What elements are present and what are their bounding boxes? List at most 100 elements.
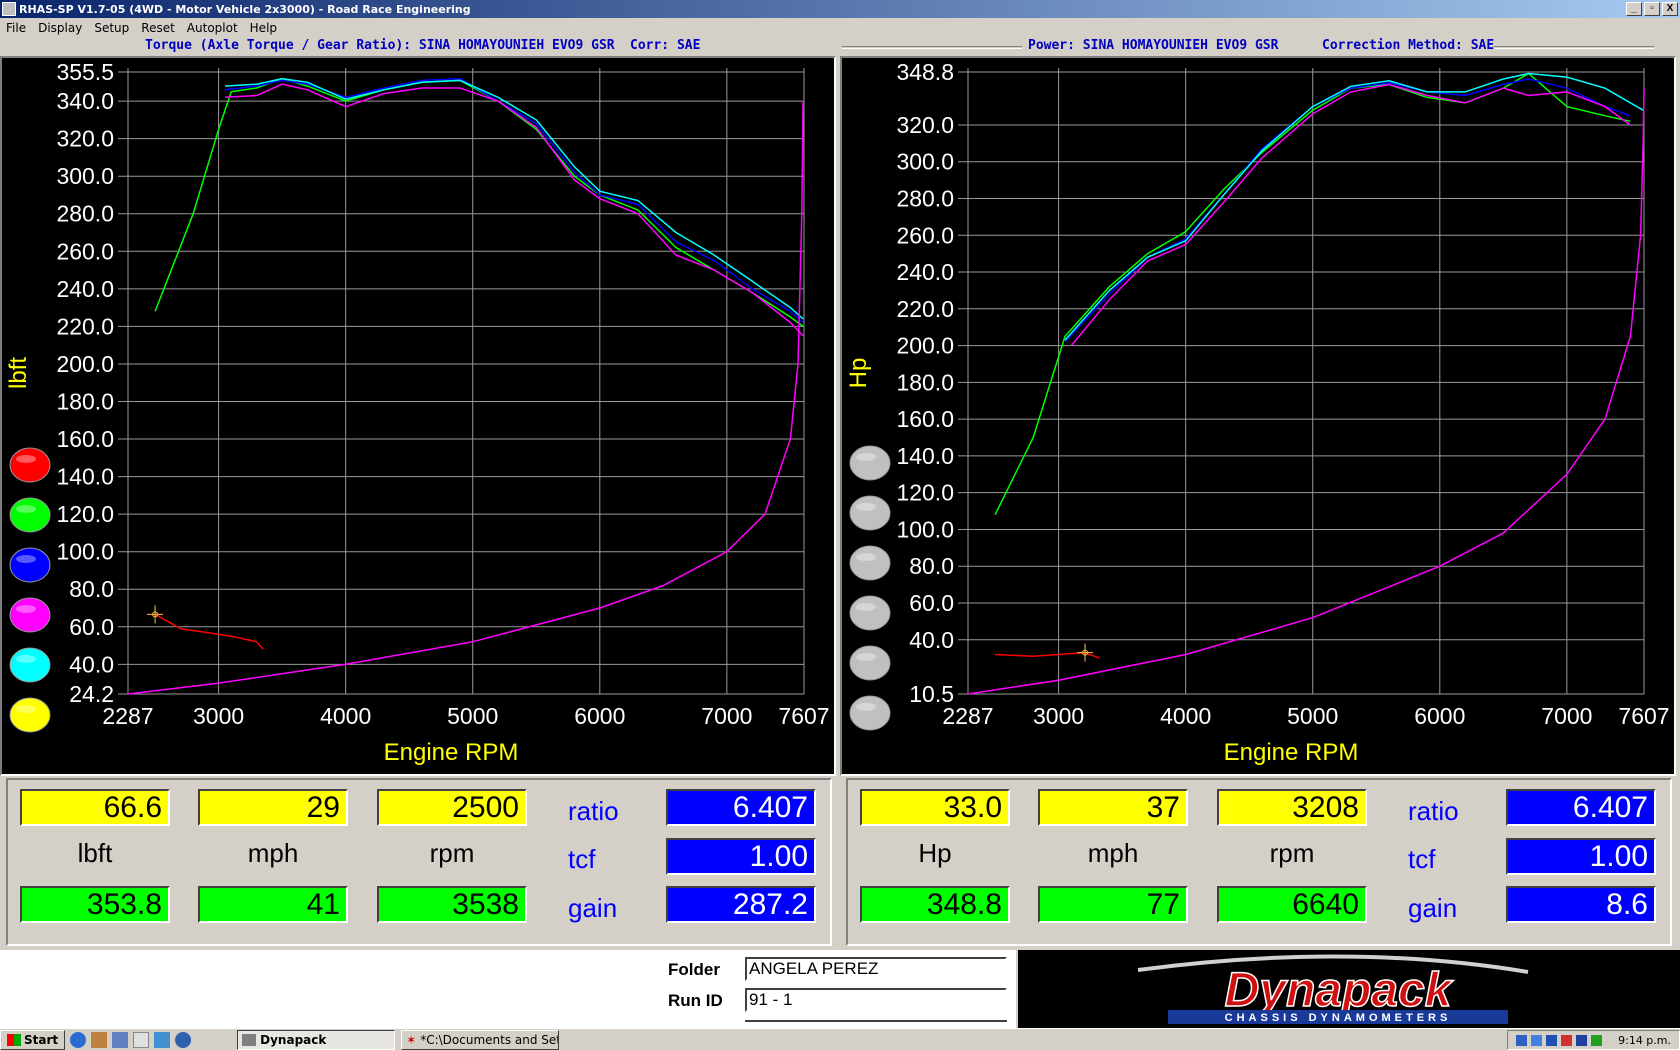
- y-tick-label: 260.0: [896, 222, 954, 248]
- menu-help[interactable]: Help: [244, 21, 283, 35]
- menu-reset[interactable]: Reset: [135, 21, 181, 35]
- power-plot[interactable]: 2287 3000 4000 5000 6000 7000 7607 348.8 320.0 30…: [840, 56, 1676, 776]
- rpm-label: rpm: [429, 838, 475, 868]
- current-mph: 29: [198, 789, 348, 826]
- y-tick-label: 80.0: [909, 553, 954, 579]
- series-line: [224, 77, 804, 324]
- browser-icon[interactable]: [175, 1031, 192, 1048]
- shield-icon[interactable]: [1576, 1034, 1588, 1046]
- y-tick-label: 140.0: [56, 464, 114, 490]
- x-tick-label: 4000: [320, 703, 371, 729]
- x-tick-label: 5000: [447, 703, 498, 729]
- app-icon[interactable]: [112, 1031, 129, 1048]
- minimize-button[interactable]: _: [1626, 2, 1642, 16]
- series-line: [995, 651, 1100, 659]
- series-line: [224, 77, 804, 320]
- task-label: Dynapack: [260, 1032, 327, 1047]
- button-highlight: [16, 655, 36, 663]
- notepad-icon[interactable]: [133, 1031, 150, 1048]
- current-hp: 33.0: [860, 789, 1010, 826]
- ratio-value[interactable]: 6.407: [1506, 789, 1656, 826]
- power-title: Power: SINA HOMAYOUNIEH EVO9 GSR: [1028, 38, 1279, 53]
- series-line: [1070, 83, 1631, 347]
- series-line: [1064, 72, 1644, 341]
- series-color-button[interactable]: [849, 595, 891, 631]
- menu-file[interactable]: File: [0, 21, 32, 35]
- menu-setup[interactable]: Setup: [88, 21, 135, 35]
- y-axis-label: lbft: [5, 357, 32, 389]
- alert-icon[interactable]: [1561, 1034, 1573, 1046]
- menu-display[interactable]: Display: [32, 21, 88, 35]
- gain-value[interactable]: 8.6: [1506, 886, 1656, 923]
- y-tick-label: 100.0: [56, 539, 114, 565]
- folder-field[interactable]: ANGELA PEREZ: [745, 957, 1007, 981]
- ratio-label: ratio: [1408, 796, 1459, 826]
- y-tick-label: 140.0: [896, 443, 954, 469]
- battery-icon[interactable]: [1591, 1034, 1603, 1046]
- button-highlight: [16, 555, 36, 563]
- button-highlight: [856, 603, 876, 611]
- menu-autoplot[interactable]: Autoplot: [181, 21, 244, 35]
- volume-icon[interactable]: [1531, 1034, 1543, 1046]
- y-tick-label: 348.8: [896, 59, 954, 85]
- task-documents[interactable]: ✶ *C:\Documents and Setti...: [401, 1029, 560, 1050]
- folder-label: Folder: [668, 960, 720, 979]
- bluetooth-icon[interactable]: [1546, 1034, 1558, 1046]
- y-tick-label: 180.0: [896, 369, 954, 395]
- mph-label: mph: [247, 838, 299, 868]
- menu-bar: File Display Setup Reset Autoplot Help: [0, 18, 1680, 38]
- media-icon[interactable]: [154, 1031, 171, 1048]
- folder-icon[interactable]: [91, 1031, 108, 1048]
- y-tick-label: 320.0: [896, 112, 954, 138]
- gain-label: gain: [568, 893, 618, 923]
- y-tick-label: 280.0: [56, 201, 114, 227]
- runid-field[interactable]: 91 - 1: [745, 988, 1007, 1012]
- y-tick-label: 260.0: [56, 238, 114, 264]
- y-tick-label: 340.0: [56, 88, 114, 114]
- series-color-button[interactable]: [849, 495, 891, 531]
- logo-brand: Dynapack: [1225, 964, 1454, 1017]
- series-color-button[interactable]: [849, 445, 891, 481]
- button-highlight: [856, 553, 876, 561]
- series-line: [1064, 78, 1631, 343]
- tcf-value[interactable]: 1.00: [666, 838, 816, 875]
- torque-plot[interactable]: 2287 3000 4000 5000 6000 7000 7607 355.5 340.0 32…: [0, 56, 836, 776]
- y-tick-label: 120.0: [896, 480, 954, 506]
- close-button[interactable]: X: [1662, 2, 1678, 16]
- maximize-button[interactable]: ▫: [1644, 2, 1660, 16]
- series-color-button[interactable]: [849, 695, 891, 731]
- y-tick-label: 300.0: [896, 149, 954, 175]
- logo-tagline: CHASSIS DYNAMOMETERS: [1225, 1012, 1452, 1024]
- y-tick-label: 180.0: [56, 388, 114, 414]
- series-color-button[interactable]: [849, 645, 891, 681]
- button-highlight: [16, 705, 36, 713]
- task-dynapack[interactable]: Dynapack: [237, 1029, 396, 1050]
- start-button[interactable]: Start: [0, 1029, 66, 1050]
- field-edge: [745, 1020, 1007, 1028]
- ie-icon[interactable]: [70, 1031, 87, 1048]
- torque-title: Torque (Axle Torque / Gear Ratio): SINA …: [145, 38, 615, 53]
- y-tick-label: 24.2: [69, 681, 114, 707]
- series-color-button[interactable]: [9, 547, 51, 583]
- title-bar: RHAS-SP V1.7-05 (4WD - Motor Vehicle 2x3…: [0, 0, 1680, 18]
- peak-mph: 77: [1038, 886, 1188, 923]
- series-color-button[interactable]: [9, 697, 51, 733]
- series-color-button[interactable]: [9, 647, 51, 683]
- y-tick-label: 240.0: [56, 276, 114, 302]
- button-highlight: [16, 505, 36, 513]
- x-axis-label: Engine RPM: [384, 739, 519, 766]
- gain-value[interactable]: 287.2: [666, 886, 816, 923]
- y-tick-label: 120.0: [56, 501, 114, 527]
- x-tick-label: 7607: [1618, 703, 1669, 729]
- series-color-button[interactable]: [9, 447, 51, 483]
- series-color-button[interactable]: [849, 545, 891, 581]
- tcf-value[interactable]: 1.00: [1506, 838, 1656, 875]
- x-axis-label: Engine RPM: [1224, 739, 1359, 766]
- peak-rpm: 6640: [1217, 886, 1367, 923]
- document-task-icon: ✶: [406, 1032, 417, 1047]
- y-axis-label: Hp: [845, 358, 872, 389]
- ratio-value[interactable]: 6.407: [666, 789, 816, 826]
- series-color-button[interactable]: [9, 497, 51, 533]
- network-icon[interactable]: [1516, 1034, 1528, 1046]
- series-color-button[interactable]: [9, 597, 51, 633]
